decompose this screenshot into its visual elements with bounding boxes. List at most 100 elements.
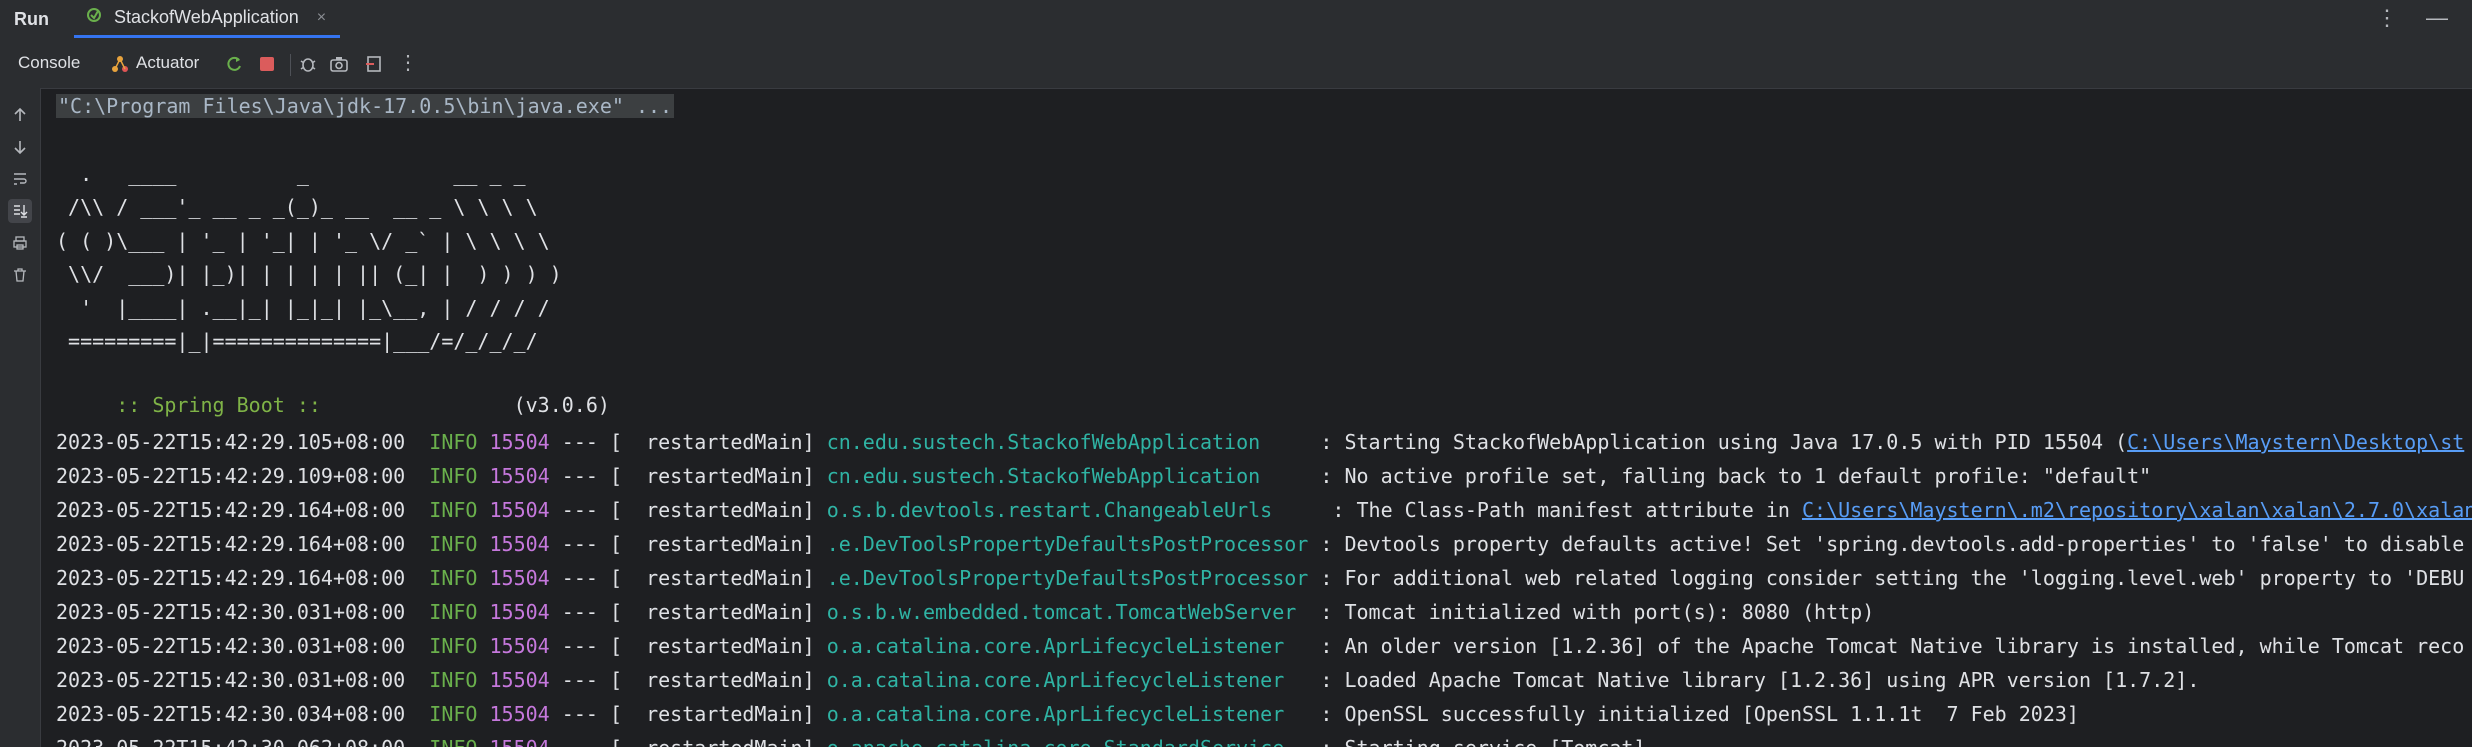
log-line: 2023-05-22T15:42:29.164+08:00 INFO 15504… (56, 495, 2472, 525)
log-logger: o.a.catalina.core.AprLifecycleListener (826, 702, 1309, 726)
log-separator: --- [ (549, 498, 622, 522)
log-timestamp: 2023-05-22T15:42:29.105+08:00 (56, 430, 406, 454)
log-thread: restartedMain] (621, 600, 815, 624)
tab-stackof-web-application[interactable]: StackofWebApplication × (74, 0, 341, 38)
log-logger: o.apache.catalina.core.StandardService (827, 736, 1309, 747)
log-pid: 15504 (489, 600, 550, 624)
log-line: 2023-05-22T15:42:29.164+08:00 INFO 15504… (56, 563, 2464, 593)
log-level: INFO (429, 702, 478, 726)
banner-line: ' |____| .__|_| |_|_| |_\__, | / / / / (56, 296, 550, 320)
banner-line: /\\ / ___'_ __ _ _(_)_ __ __ _ \ \ \ \ (56, 195, 538, 219)
log-logger: o.a.catalina.core.AprLifecycleListener (826, 634, 1309, 658)
stop-icon[interactable] (255, 52, 279, 76)
debug-icon[interactable] (296, 52, 320, 76)
log-pid: 15504 (489, 634, 550, 658)
tab-label: StackofWebApplication (114, 7, 299, 27)
spring-run-icon (86, 6, 104, 29)
exit-icon[interactable] (362, 52, 386, 76)
log-line: 2023-05-22T15:42:30.031+08:00 INFO 15504… (56, 665, 2199, 695)
log-separator: --- [ (549, 464, 622, 488)
log-logger: cn.edu.sustech.StackofWebApplication (826, 464, 1309, 488)
log-separator: --- [ (549, 600, 622, 624)
tab-actuator[interactable]: Actuator (136, 53, 199, 73)
spring-boot-label: :: Spring Boot :: (104, 393, 333, 417)
log-line: 2023-05-22T15:42:30.062+08:00 INFO 15504… (56, 733, 1645, 747)
log-thread: restartedMain] (621, 668, 815, 692)
log-message: : The Class-Path manifest attribute in (1320, 498, 1803, 522)
log-level: INFO (429, 668, 478, 692)
trash-icon[interactable] (8, 263, 32, 287)
log-link[interactable]: C:\Users\Maystern\.m2\repository\xalan\x… (1802, 498, 2472, 522)
more-actions-icon[interactable]: ⋮ (398, 50, 418, 75)
log-pid: 15504 (489, 430, 550, 454)
log-logger: .e.DevToolsPropertyDefaultsPostProcessor (826, 566, 1309, 590)
log-timestamp: 2023-05-22T15:42:29.164+08:00 (56, 566, 406, 590)
log-thread: restartedMain] (621, 634, 815, 658)
log-separator: --- [ (549, 566, 622, 590)
log-pid: 15504 (489, 702, 550, 726)
camera-icon[interactable] (327, 52, 351, 76)
log-thread: restartedMain] (621, 532, 815, 556)
log-separator: --- [ (549, 634, 622, 658)
more-options-icon[interactable]: ⋮ (2376, 7, 2398, 29)
console-output[interactable]: "C:\Program Files\Java\jdk-17.0.5\bin\ja… (56, 90, 2472, 747)
minimize-icon[interactable]: — (2426, 7, 2448, 29)
log-message: : An older version [1.2.36] of the Apach… (1308, 634, 2465, 658)
log-thread: restartedMain] (622, 736, 815, 747)
arrow-down-icon[interactable] (8, 135, 32, 159)
log-level: INFO (429, 498, 478, 522)
log-thread: restartedMain] (621, 702, 815, 726)
log-pid: 15504 (489, 464, 550, 488)
log-line: 2023-05-22T15:42:29.105+08:00 INFO 15504… (56, 427, 2464, 457)
log-timestamp: 2023-05-22T15:42:29.164+08:00 (56, 532, 406, 556)
scroll-to-end-icon[interactable] (8, 199, 32, 223)
print-icon[interactable] (8, 231, 32, 255)
log-link[interactable]: C:\Users\Maystern\Desktop\st (2127, 430, 2464, 454)
console-toolbar: Console Actuator ⋮ (0, 40, 2472, 89)
log-line: 2023-05-22T15:42:29.164+08:00 INFO 15504… (56, 529, 2464, 559)
log-message: : OpenSSL successfully initialized [Open… (1308, 702, 2079, 726)
arrow-up-icon[interactable] (8, 103, 32, 127)
java-command-line: "C:\Program Files\Java\jdk-17.0.5\bin\ja… (56, 94, 675, 118)
console-gutter (0, 88, 41, 747)
banner-line: \\/ ___)| |_)| | | | | || (_| | ) ) ) ) (56, 262, 562, 286)
banner-line: =========|_|==============|___/=/_/_/_/ (56, 329, 538, 353)
log-separator: --- [ (549, 430, 622, 454)
log-level: INFO (429, 566, 478, 590)
run-tool-window-header: Run StackofWebApplication × ⋮ — (0, 0, 2472, 41)
log-separator: --- [ (549, 702, 622, 726)
soft-wrap-icon[interactable] (8, 167, 32, 191)
tab-console[interactable]: Console (18, 53, 80, 73)
close-tab-icon[interactable]: × (317, 9, 326, 27)
log-timestamp: 2023-05-22T15:42:30.031+08:00 (56, 600, 406, 624)
banner-line: . ____ _ __ _ _ (56, 162, 526, 186)
log-line: 2023-05-22T15:42:30.031+08:00 INFO 15504… (56, 631, 2464, 661)
log-level: INFO (429, 464, 478, 488)
log-message: : Devtools property defaults active! Set… (1308, 532, 2465, 556)
log-message: : For additional web related logging con… (1308, 566, 2465, 590)
rerun-icon[interactable] (222, 52, 246, 76)
log-logger: .e.DevToolsPropertyDefaultsPostProcessor (826, 532, 1309, 556)
log-timestamp: 2023-05-22T15:42:29.109+08:00 (56, 464, 406, 488)
banner-line: ( ( )\___ | '_ | '_| | '_ \/ _` | \ \ \ … (56, 229, 550, 253)
log-pid: 15504 (489, 532, 550, 556)
log-pid: 15504 (489, 498, 550, 522)
log-timestamp: 2023-05-22T15:42:30.062+08:00 (56, 736, 405, 747)
log-logger: cn.edu.sustech.StackofWebApplication (826, 430, 1309, 454)
log-level: INFO (429, 736, 477, 747)
log-message: : No active profile set, falling back to… (1308, 464, 2152, 488)
log-thread: restartedMain] (621, 464, 815, 488)
log-level: INFO (429, 430, 478, 454)
log-separator: --- [ (549, 668, 622, 692)
actuator-icon (108, 52, 132, 76)
log-message: : Tomcat initialized with port(s): 8080 … (1308, 600, 1875, 624)
spring-boot-version: (v3.0.6) (332, 393, 610, 417)
log-message: : Starting service [Tomcat] (1308, 736, 1645, 747)
log-message: : Starting StackofWebApplication using J… (1308, 430, 2128, 454)
log-timestamp: 2023-05-22T15:42:30.031+08:00 (56, 668, 406, 692)
run-title: Run (14, 9, 49, 29)
log-thread: restartedMain] (621, 430, 815, 454)
log-line: 2023-05-22T15:42:30.034+08:00 INFO 15504… (56, 699, 2079, 729)
log-thread: restartedMain] (621, 566, 815, 590)
log-logger: o.s.b.devtools.restart.ChangeableUrls (826, 498, 1321, 522)
